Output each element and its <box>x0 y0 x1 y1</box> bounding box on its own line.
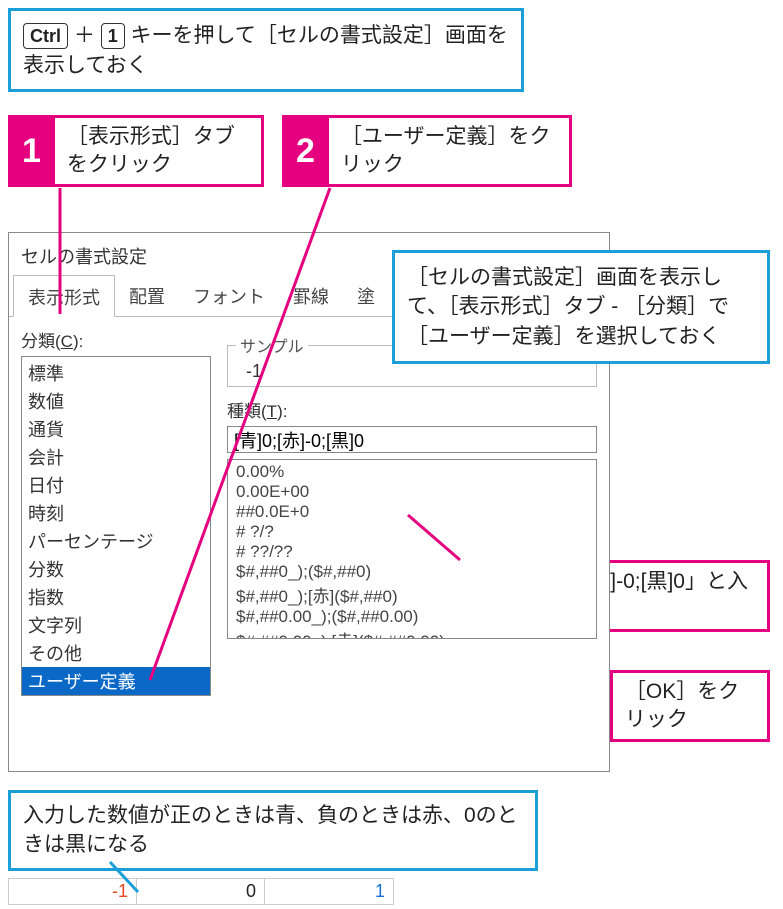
dialog-body: 分類(C): 標準 数値 通貨 会計 日付 時刻 パーセンテージ 分数 指数 文… <box>9 317 609 696</box>
category-label-pre: 分類( <box>21 332 61 351</box>
category-item-percentage[interactable]: パーセンテージ <box>22 527 210 555</box>
category-item-accounting[interactable]: 会計 <box>22 443 210 471</box>
type-label: 種類(T): <box>227 397 597 422</box>
category-column: 分類(C): 標準 数値 通貨 会計 日付 時刻 パーセンテージ 分数 指数 文… <box>21 327 211 696</box>
callout-text-1: ［表示形式］タブをクリック <box>55 115 264 187</box>
kbd-plus: ＋ <box>74 24 95 47</box>
kbd-ctrl: Ctrl <box>23 23 68 49</box>
category-item-custom[interactable]: ユーザー定義 <box>22 667 210 695</box>
category-item-fraction[interactable]: 分数 <box>22 555 210 583</box>
category-label-post: ): <box>73 332 83 351</box>
kbd-one: 1 <box>101 23 125 49</box>
category-item-time[interactable]: 時刻 <box>22 499 210 527</box>
format-list-item[interactable]: $#,##0_);[赤]($#,##0) <box>232 582 592 607</box>
result-cell-zero: 0 <box>137 879 265 904</box>
category-item-scientific[interactable]: 指数 <box>22 583 210 611</box>
category-item-date[interactable]: 日付 <box>22 471 210 499</box>
type-label-underline: T <box>267 402 277 421</box>
callout-step-2: 2 ［ユーザー定義］をクリック <box>282 115 572 187</box>
callout-num-1: 1 <box>8 115 55 187</box>
type-input[interactable] <box>227 426 597 453</box>
type-label-pre: 種類( <box>227 402 267 421</box>
tab-alignment[interactable]: 配置 <box>115 275 179 316</box>
result-cells: -1 0 1 <box>8 878 394 905</box>
category-item-number[interactable]: 数値 <box>22 387 210 415</box>
tab-fill[interactable]: 塗 <box>343 275 389 316</box>
top-instruction-text: キーを押して［セルの書式設定］画面を表示しておく <box>23 24 508 77</box>
result-cell-negative: -1 <box>9 879 137 904</box>
category-label: 分類(C): <box>21 327 211 352</box>
type-label-post: ): <box>277 402 287 421</box>
result-note: 入力した数値が正のときは青、負のときは赤、0のときは黒になる <box>8 790 538 871</box>
format-list[interactable]: 0.00% 0.00E+00 ##0.0E+0 # ?/? # ??/?? $#… <box>227 459 597 639</box>
format-list-item[interactable]: $#,##0.00_);[赤]($#,##0.00) <box>232 627 592 639</box>
tab-number-format[interactable]: 表示形式 <box>13 275 115 317</box>
category-item-text[interactable]: 文字列 <box>22 611 210 639</box>
category-item-other[interactable]: その他 <box>22 639 210 667</box>
category-list[interactable]: 標準 数値 通貨 会計 日付 時刻 パーセンテージ 分数 指数 文字列 その他 … <box>21 356 211 696</box>
category-item-standard[interactable]: 標準 <box>22 359 210 387</box>
blue-annotation-box: ［セルの書式設定］画面を表示して、［表示形式］タブ - ［分類］で［ユーザー定義… <box>392 250 770 364</box>
format-right-column: サンプル -1 種類(T): 0.00% 0.00E+00 ##0.0E+0 #… <box>211 327 597 696</box>
format-list-item[interactable]: ##0.0E+0 <box>232 502 592 522</box>
category-label-underline: C <box>61 332 73 351</box>
tab-font[interactable]: フォント <box>179 275 279 316</box>
format-list-item[interactable]: # ??/?? <box>232 542 592 562</box>
format-list-item[interactable]: $#,##0.00_);($#,##0.00) <box>232 607 592 627</box>
callout-num-2: 2 <box>282 115 329 187</box>
category-item-currency[interactable]: 通貨 <box>22 415 210 443</box>
format-list-item[interactable]: # ?/? <box>232 522 592 542</box>
sample-label: サンプル <box>236 333 308 357</box>
callout-text-4: ［OK］をクリック <box>613 670 770 742</box>
callout-step-1: 1 ［表示形式］タブをクリック <box>8 115 264 187</box>
format-list-item[interactable]: 0.00% <box>232 462 592 482</box>
format-list-item[interactable]: 0.00E+00 <box>232 482 592 502</box>
top-instruction-box: Ctrl ＋ 1 キーを押して［セルの書式設定］画面を表示しておく <box>8 8 524 92</box>
format-list-item[interactable]: $#,##0_);($#,##0) <box>232 562 592 582</box>
result-cell-positive: 1 <box>265 879 393 904</box>
callout-text-2: ［ユーザー定義］をクリック <box>329 115 572 187</box>
tab-border[interactable]: 罫線 <box>279 275 343 316</box>
